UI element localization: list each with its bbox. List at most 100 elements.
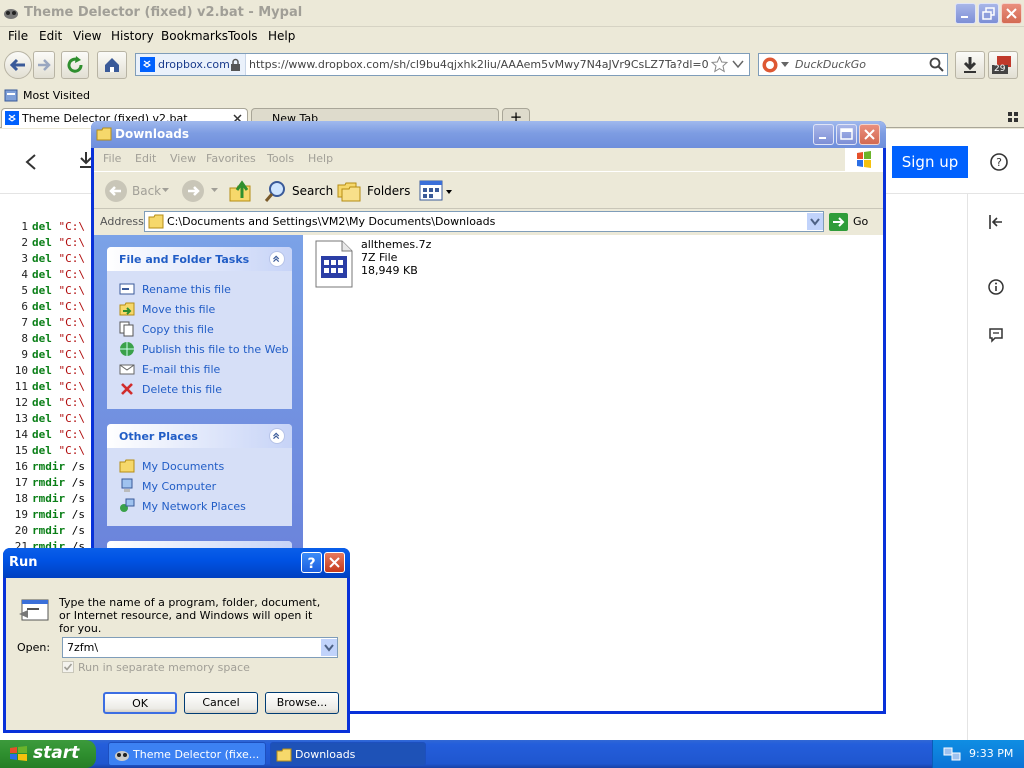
code-argument: "C:\ — [51, 284, 85, 297]
address-field[interactable]: C:\Documents and Settings\VM2\My Documen… — [144, 211, 824, 232]
help-icon[interactable]: ? — [990, 153, 1008, 171]
site-identity[interactable]: dropbox.com — [136, 54, 246, 75]
network-icon — [119, 498, 135, 514]
close-button[interactable] — [1001, 3, 1022, 24]
file-type: 7Z File — [361, 251, 398, 264]
go-button[interactable]: Go — [853, 215, 868, 228]
code-line: 1 del "C:\ — [8, 220, 85, 236]
menu-bookmarks[interactable]: Bookmarks — [161, 29, 228, 43]
cancel-button[interactable]: Cancel — [184, 692, 258, 714]
menu-tools[interactable]: Tools — [228, 29, 258, 43]
back-button[interactable] — [4, 51, 32, 79]
explorer-menu-edit[interactable]: Edit — [135, 152, 156, 165]
address-dropdown-icon[interactable] — [807, 213, 823, 230]
home-button[interactable] — [97, 51, 127, 79]
explorer-maximize-button[interactable] — [836, 124, 857, 145]
bookmark-most-visited[interactable]: Most Visited — [23, 89, 90, 102]
reload-button[interactable] — [61, 51, 89, 79]
tasks-title: File and Folder Tasks — [119, 253, 250, 266]
browse-button[interactable]: Browse... — [265, 692, 339, 714]
address-folder-icon — [148, 214, 164, 229]
ok-button[interactable]: OK — [103, 692, 177, 714]
up-folder-icon[interactable] — [228, 178, 254, 204]
open-combobox[interactable]: 7zfm\ — [62, 637, 338, 658]
search-engine-dropdown-icon[interactable] — [781, 62, 789, 68]
code-keyword: del — [32, 412, 52, 425]
forward-arrow-icon[interactable] — [181, 179, 205, 203]
panel-header[interactable]: Other Places — [107, 424, 292, 448]
views-icon[interactable] — [419, 180, 453, 202]
file-item[interactable]: allthemes.7z 7Z File 18,949 KB — [314, 238, 431, 292]
go-arrow-icon[interactable] — [829, 213, 848, 231]
explorer-back-label[interactable]: Back — [132, 184, 161, 198]
taskbar-item-mypal[interactable]: Theme Delector (fixe... — [108, 742, 266, 766]
code-line: 20 rmdir /s — [8, 524, 85, 540]
menu-help[interactable]: Help — [268, 29, 295, 43]
mypal-app-icon — [4, 9, 18, 19]
collapse-chevron-icon[interactable] — [269, 251, 285, 267]
open-dropdown-icon[interactable] — [321, 639, 337, 656]
start-button[interactable]: start — [0, 740, 96, 768]
explorer-menu-favorites[interactable]: Favorites — [206, 152, 256, 165]
downloads-button[interactable] — [955, 51, 985, 79]
move-icon — [119, 301, 135, 317]
line-number: 2 — [21, 236, 28, 249]
explorer-folders-label[interactable]: Folders — [367, 184, 410, 198]
code-keyword: del — [32, 268, 52, 281]
minimize-button[interactable] — [955, 3, 976, 24]
explorer-title-bar[interactable]: Downloads — [91, 121, 886, 148]
sign-up-button[interactable]: Sign up — [892, 146, 968, 178]
explorer-menu-tools[interactable]: Tools — [267, 152, 294, 165]
network-tray-icon[interactable] — [943, 746, 961, 762]
panel-header[interactable]: File and Folder Tasks — [107, 247, 292, 271]
restore-button[interactable] — [978, 3, 999, 24]
run-title: Run — [9, 555, 38, 570]
code-line: 5 del "C:\ — [8, 284, 85, 300]
search-magnifier-icon[interactable] — [264, 179, 288, 203]
search-bar[interactable]: DuckDuckGo — [758, 53, 948, 76]
address-label: Address — [100, 215, 144, 228]
folders-icon[interactable] — [337, 180, 361, 202]
code-line: 2 del "C:\ — [8, 236, 85, 252]
browser-title: Theme Delector (fixed) v2.bat - Mypal — [24, 5, 303, 20]
browser-title-bar[interactable]: Theme Delector (fixed) v2.bat - Mypal — [0, 0, 1024, 27]
code-line: 14 del "C:\ — [8, 428, 85, 444]
run-help-button[interactable]: ? — [301, 552, 322, 573]
svg-text:?: ? — [307, 556, 315, 572]
code-line: 12 del "C:\ — [8, 396, 85, 412]
chevron-left-icon[interactable] — [24, 153, 38, 171]
explorer-menu-help[interactable]: Help — [308, 152, 333, 165]
taskbar-item-downloads[interactable]: Downloads — [270, 742, 426, 766]
explorer-close-button[interactable] — [859, 124, 880, 145]
code-argument: "C:\ — [51, 236, 85, 249]
tab-list-icon[interactable] — [1008, 112, 1018, 122]
back-arrow-icon[interactable] — [104, 179, 128, 203]
downloads-taskbar-folder-icon — [276, 748, 292, 762]
url-dropdown-icon[interactable] — [732, 60, 744, 69]
menu-view[interactable]: View — [73, 29, 101, 43]
url-bar[interactable]: dropbox.com https://www.dropbox.com/sh/c… — [135, 53, 750, 76]
explorer-toolbar: Back Search Folders — [94, 171, 883, 209]
addon-button[interactable]: 29 — [988, 51, 1018, 79]
forward-button[interactable] — [33, 51, 55, 79]
search-icon[interactable] — [929, 57, 944, 72]
back-dropdown-icon[interactable] — [162, 188, 169, 193]
collapse-chevron-icon[interactable] — [269, 428, 285, 444]
collapse-panel-icon[interactable] — [988, 214, 1004, 230]
menu-file[interactable]: File — [8, 29, 28, 43]
explorer-search-label[interactable]: Search — [292, 184, 333, 198]
comment-icon[interactable] — [988, 327, 1004, 343]
bookmark-star-icon[interactable] — [711, 56, 728, 73]
explorer-menu-view[interactable]: View — [170, 152, 196, 165]
menu-edit[interactable]: Edit — [39, 29, 62, 43]
run-close-button[interactable] — [324, 552, 345, 573]
code-keyword: rmdir — [32, 524, 66, 537]
explorer-menu-file[interactable]: File — [103, 152, 121, 165]
code-line: 17 rmdir /s — [8, 476, 85, 492]
menu-history[interactable]: History — [111, 29, 154, 43]
svg-text:?: ? — [996, 156, 1002, 169]
forward-dropdown-icon[interactable] — [211, 188, 218, 193]
info-icon[interactable] — [988, 279, 1004, 295]
run-title-bar[interactable]: Run ? — [3, 548, 350, 578]
explorer-minimize-button[interactable] — [813, 124, 834, 145]
